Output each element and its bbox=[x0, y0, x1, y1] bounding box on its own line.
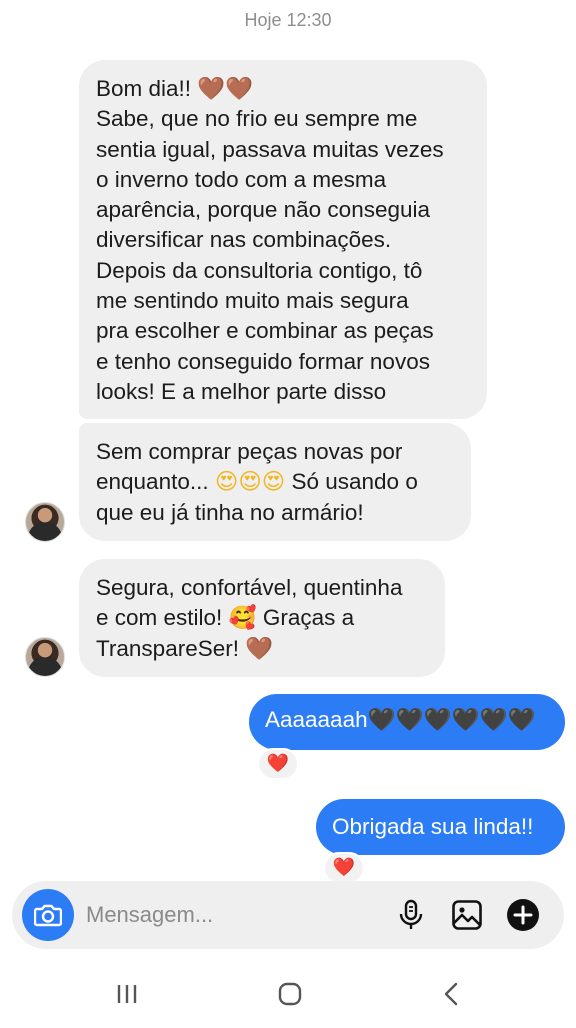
message-line: looks! E a melhor parte disso bbox=[96, 378, 387, 404]
microphone-icon bbox=[399, 899, 423, 929]
message-line: Depois da consultoria contigo, tô bbox=[96, 257, 423, 283]
message-line: sentia igual, passava muitas vezes bbox=[96, 136, 444, 162]
message-text: Graças a bbox=[256, 605, 355, 631]
back-icon bbox=[444, 982, 458, 1006]
message-line: Segura, confortável, quentinha bbox=[96, 575, 403, 600]
gallery-icon bbox=[452, 900, 482, 930]
message-line: pra escolher e combinar as peças bbox=[96, 318, 434, 344]
message-line: Bom dia!! bbox=[96, 76, 198, 101]
brown-heart-emoji: 🤎🤎 bbox=[197, 76, 254, 102]
heart-eyes-emoji: 😍😍😍 bbox=[214, 469, 286, 496]
message-line: diversificar nas combinações. bbox=[96, 227, 392, 253]
message-text: Só usando o bbox=[285, 469, 418, 495]
recent-apps-icon bbox=[117, 985, 137, 1003]
black-heart-emoji: 🖤🖤🖤🖤🖤🖤 bbox=[367, 707, 536, 733]
home-button[interactable] bbox=[270, 978, 310, 1010]
microphone-button[interactable] bbox=[393, 897, 429, 933]
red-heart-icon: ❤️ bbox=[332, 857, 356, 878]
back-button[interactable] bbox=[431, 978, 471, 1010]
message-text: Aaaaaaah bbox=[265, 707, 368, 732]
plus-icon bbox=[507, 899, 539, 931]
home-icon bbox=[278, 982, 302, 1006]
incoming-message-bubble[interactable]: Segura, confortável, quentinha e com est… bbox=[79, 559, 445, 677]
message-line: e tenho conseguido formar novos bbox=[96, 348, 430, 374]
outgoing-message-bubble[interactable]: Obrigada sua linda!! bbox=[316, 799, 565, 855]
message-line: me sentindo muito mais segura bbox=[96, 288, 409, 314]
incoming-message-bubble[interactable]: Sem comprar peças novas por enquanto... … bbox=[79, 423, 471, 541]
message-composer bbox=[12, 881, 564, 949]
message-text: e com estilo! bbox=[96, 605, 229, 631]
incoming-message-bubble[interactable]: Bom dia!! 🤎🤎 Sabe, que no frio eu sempre… bbox=[79, 60, 487, 419]
message-line: o inverno todo com a mesma bbox=[96, 166, 387, 192]
sender-avatar[interactable] bbox=[25, 502, 65, 542]
system-navigation-bar bbox=[0, 960, 576, 1028]
message-line: Sem comprar peças novas por bbox=[96, 439, 403, 464]
camera-icon bbox=[34, 904, 62, 927]
message-line: aparência, porque não conseguia bbox=[96, 197, 431, 223]
camera-button[interactable] bbox=[22, 889, 74, 941]
chat-screen: Hoje 12:30 Bom dia!! 🤎🤎 Sabe, que no fri… bbox=[0, 0, 576, 1028]
recent-apps-button[interactable] bbox=[107, 978, 147, 1010]
smiling-hearts-emoji: 🥰 bbox=[228, 605, 257, 632]
outgoing-message-bubble[interactable]: Aaaaaaah🖤🖤🖤🖤🖤🖤 bbox=[249, 694, 565, 750]
message-text: Obrigada sua linda!! bbox=[332, 814, 534, 839]
timestamp: Hoje 12:30 bbox=[244, 10, 332, 30]
sender-avatar[interactable] bbox=[25, 637, 65, 677]
message-text: TranspareSer! bbox=[96, 635, 246, 661]
red-heart-icon: ❤️ bbox=[266, 753, 290, 774]
message-line: Sabe, que no frio eu sempre me bbox=[96, 106, 418, 132]
add-content-button[interactable] bbox=[505, 897, 541, 933]
heart-reaction[interactable]: ❤️ bbox=[257, 748, 299, 780]
heart-reaction[interactable]: ❤️ bbox=[323, 852, 365, 884]
gallery-button[interactable] bbox=[449, 897, 485, 933]
message-text: enquanto... bbox=[96, 469, 215, 495]
message-line: que eu já tinha no armário! bbox=[96, 499, 364, 525]
message-input[interactable] bbox=[86, 900, 376, 930]
brown-heart-emoji: 🤎 bbox=[245, 635, 274, 662]
